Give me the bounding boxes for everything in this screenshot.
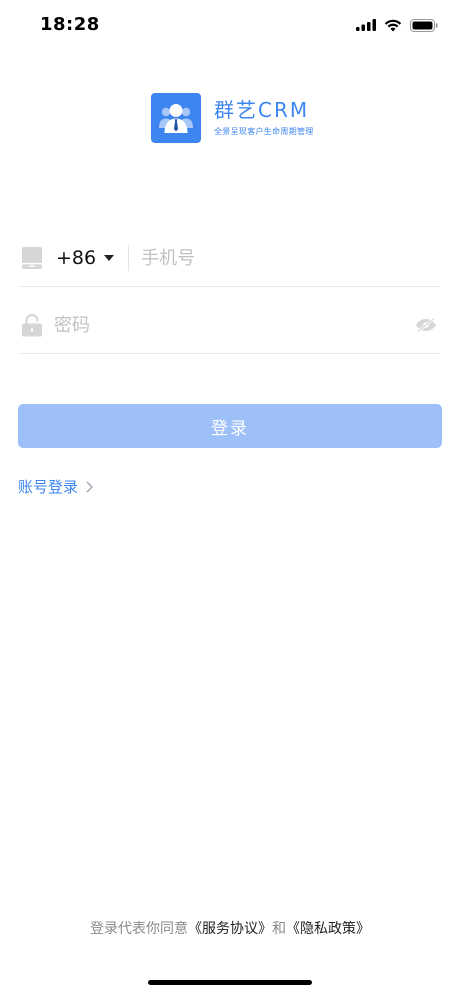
home-indicator [148, 980, 312, 985]
caret-down-icon [104, 255, 115, 261]
country-code: +86 [56, 247, 97, 269]
app-slogan: 全景呈现客户生命周期管理 [214, 127, 314, 136]
privacy-policy-link[interactable]: 《隐私政策》 [286, 921, 370, 937]
agreement-text: 登录代表你同意《服务协议》和《隐私政策》 [0, 918, 460, 938]
country-code-divider [128, 245, 130, 271]
status-bar: 18:28 [0, 0, 460, 50]
status-icons [356, 16, 438, 34]
password-input[interactable] [54, 307, 394, 343]
account-login-link[interactable]: 账号登录 [18, 476, 93, 497]
logo-mark [151, 93, 201, 143]
login-button[interactable]: 登录 [18, 404, 442, 448]
account-login-label: 账号登录 [18, 478, 79, 496]
password-row [18, 297, 440, 354]
phone-icon [20, 246, 44, 270]
service-agreement-link[interactable]: 《服务协议》 [188, 921, 272, 937]
logo-text: 群艺CRM 全景呈现客户生命周期管理 [214, 99, 314, 137]
status-time: 18:28 [40, 14, 100, 35]
app-logo: 群艺CRM 全景呈现客户生命周期管理 [151, 93, 314, 143]
signal-bars-icon [356, 19, 376, 31]
phone-input[interactable] [141, 240, 422, 276]
chevron-right-icon [86, 481, 93, 492]
agreement-prefix: 登录代表你同意 [90, 921, 188, 937]
app-name: 群艺CRM [214, 98, 310, 122]
country-code-selector[interactable]: +86 [56, 238, 115, 278]
phone-row: +86 [18, 230, 440, 287]
eye-off-icon[interactable] [414, 313, 438, 337]
user-avatar-icon [159, 104, 193, 133]
wifi-icon [384, 19, 402, 31]
battery-icon [410, 18, 438, 32]
agreement-conjunction: 和 [272, 921, 286, 937]
lock-icon [20, 313, 44, 337]
